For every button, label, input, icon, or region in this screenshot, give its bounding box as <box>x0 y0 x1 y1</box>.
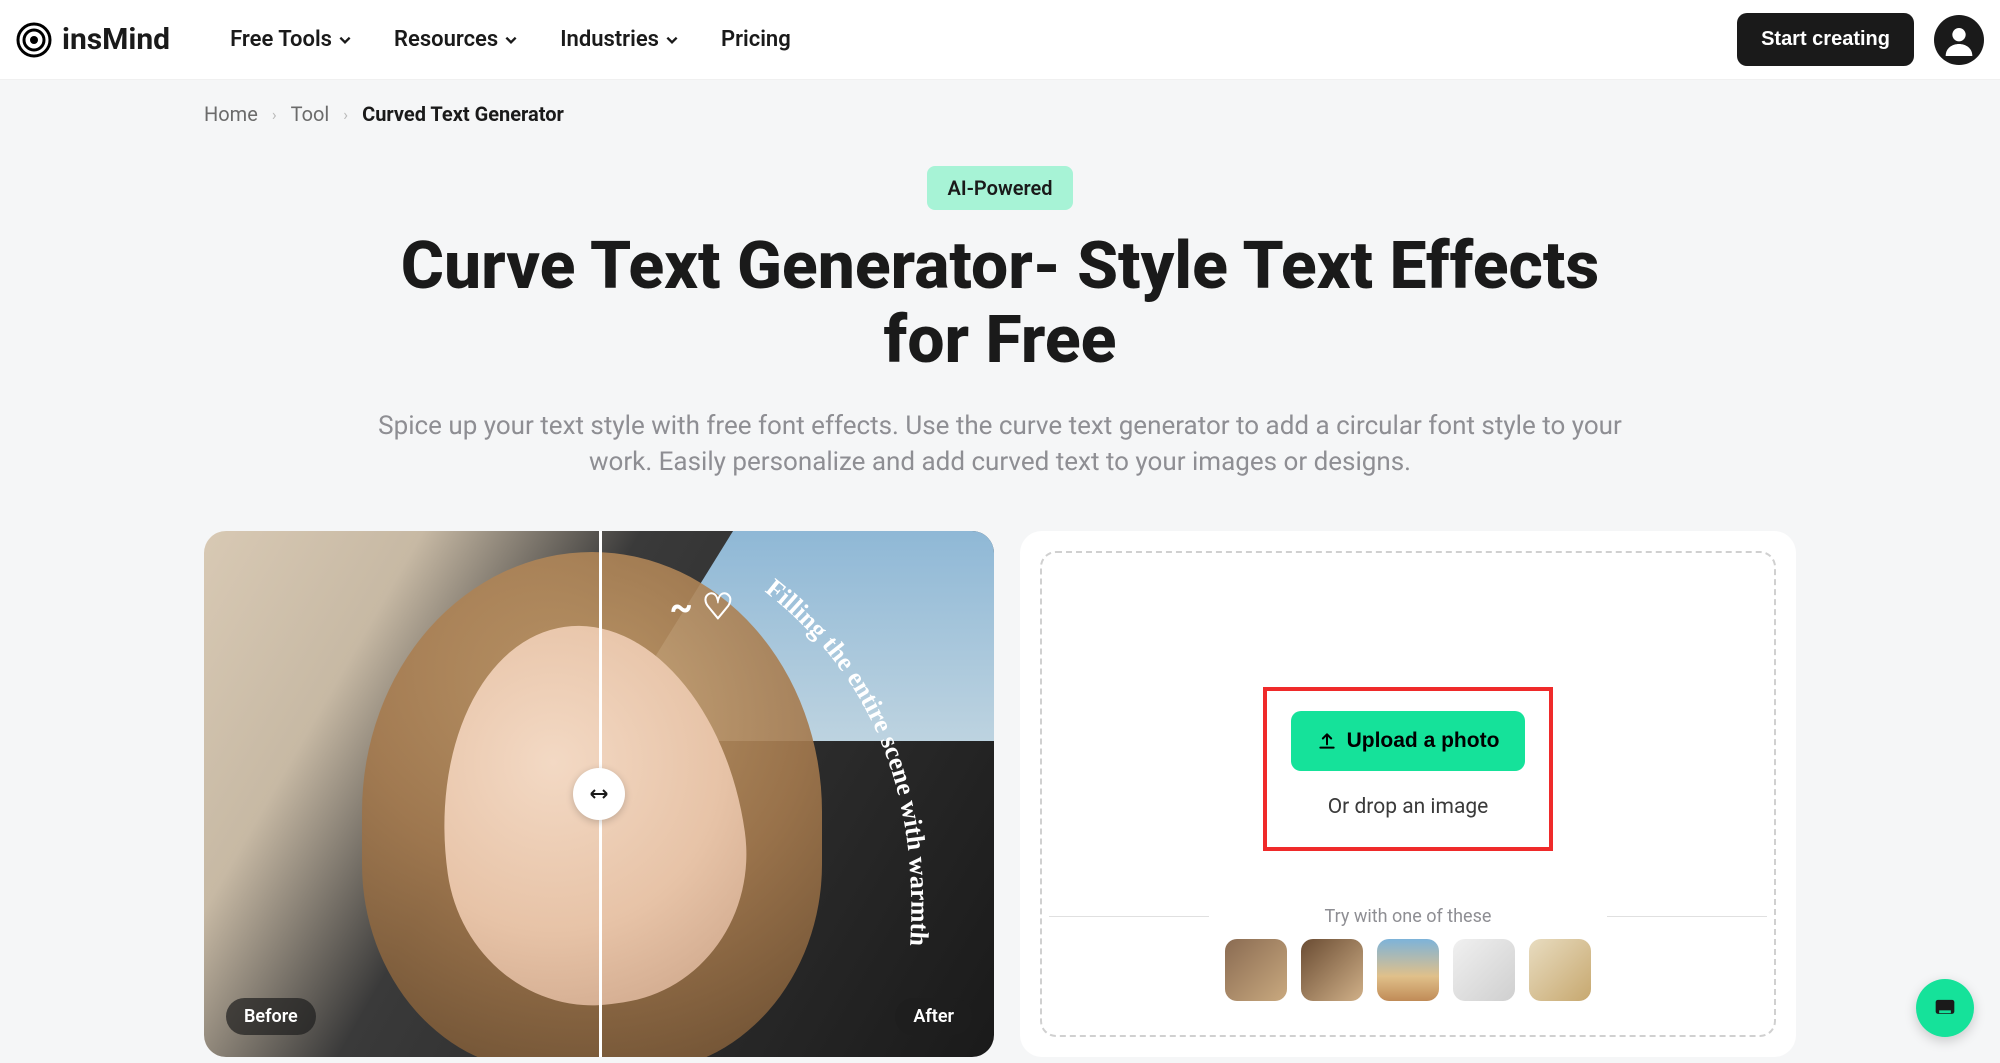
after-label: After <box>895 998 972 1035</box>
nav-label: Industries <box>560 27 659 52</box>
support-chat-button[interactable] <box>1916 979 1974 1037</box>
top-header: insMind Free Tools Resources Industries … <box>0 0 2000 80</box>
hero-section: AI-Powered Curve Text Generator- Style T… <box>0 126 2000 481</box>
nav-label: Resources <box>394 27 498 52</box>
sample-thumb-5[interactable] <box>1529 939 1591 1001</box>
curved-text: Filling the entire scene with warmth <box>760 573 934 947</box>
logo-text: insMind <box>62 22 170 57</box>
primary-nav: Free Tools Resources Industries Pricing <box>230 27 1737 52</box>
sample-thumbnails <box>1225 939 1591 1001</box>
page-title: Curve Text Generator- Style Text Effects… <box>350 230 1650 378</box>
brand-logo[interactable]: insMind <box>16 22 170 58</box>
upload-callout-box: Upload a photo Or drop an image <box>1263 687 1554 851</box>
sample-thumb-1[interactable] <box>1225 939 1287 1001</box>
sample-images-section: Try with one of these <box>1225 906 1591 1001</box>
before-after-compare[interactable]: ~ ♡ Filling the entire scene with warmth… <box>204 531 994 1057</box>
page-subtitle: Spice up your text style with free font … <box>360 408 1640 481</box>
upload-icon <box>1317 731 1337 751</box>
upload-card: Upload a photo Or drop an image Try with… <box>1020 531 1796 1057</box>
breadcrumb-home[interactable]: Home <box>204 102 258 126</box>
breadcrumb-tool[interactable]: Tool <box>291 102 330 126</box>
arrows-horizontal-icon <box>587 782 611 806</box>
compare-slider-handle[interactable] <box>573 768 625 820</box>
breadcrumb: Home › Tool › Curved Text Generator <box>0 80 2000 126</box>
person-icon <box>1943 24 1975 56</box>
sample-thumb-3[interactable] <box>1377 939 1439 1001</box>
logo-icon <box>16 22 52 58</box>
sample-thumb-4[interactable] <box>1453 939 1515 1001</box>
nav-label: Pricing <box>721 27 791 52</box>
breadcrumb-current: Curved Text Generator <box>362 102 564 126</box>
chevron-right-icon: › <box>272 105 277 124</box>
nav-free-tools[interactable]: Free Tools <box>230 27 352 52</box>
upload-button-label: Upload a photo <box>1347 729 1500 753</box>
sample-thumb-2[interactable] <box>1301 939 1363 1001</box>
nav-industries[interactable]: Industries <box>560 27 679 52</box>
upload-photo-button[interactable]: Upload a photo <box>1291 711 1526 771</box>
chat-icon <box>1931 994 1959 1022</box>
chevron-down-icon <box>338 33 352 47</box>
nav-pricing[interactable]: Pricing <box>721 27 791 52</box>
main-content-row: ~ ♡ Filling the entire scene with warmth… <box>0 481 2000 1057</box>
upload-dropzone[interactable]: Upload a photo Or drop an image Try with… <box>1040 551 1776 1037</box>
header-actions: Start creating <box>1737 13 1984 66</box>
svg-text:Filling the entire scene with: Filling the entire scene with warmth <box>760 573 934 947</box>
curved-text-overlay: Filling the entire scene with warmth <box>724 571 964 1031</box>
before-label: Before <box>226 998 316 1035</box>
nav-resources[interactable]: Resources <box>394 27 518 52</box>
user-avatar[interactable] <box>1934 15 1984 65</box>
drop-image-text: Or drop an image <box>1328 795 1489 819</box>
nav-label: Free Tools <box>230 27 332 52</box>
start-creating-button[interactable]: Start creating <box>1737 13 1914 66</box>
ai-powered-badge: AI-Powered <box>927 166 1072 210</box>
samples-label: Try with one of these <box>1225 906 1591 927</box>
chevron-right-icon: › <box>343 105 348 124</box>
chevron-down-icon <box>665 33 679 47</box>
chevron-down-icon <box>504 33 518 47</box>
